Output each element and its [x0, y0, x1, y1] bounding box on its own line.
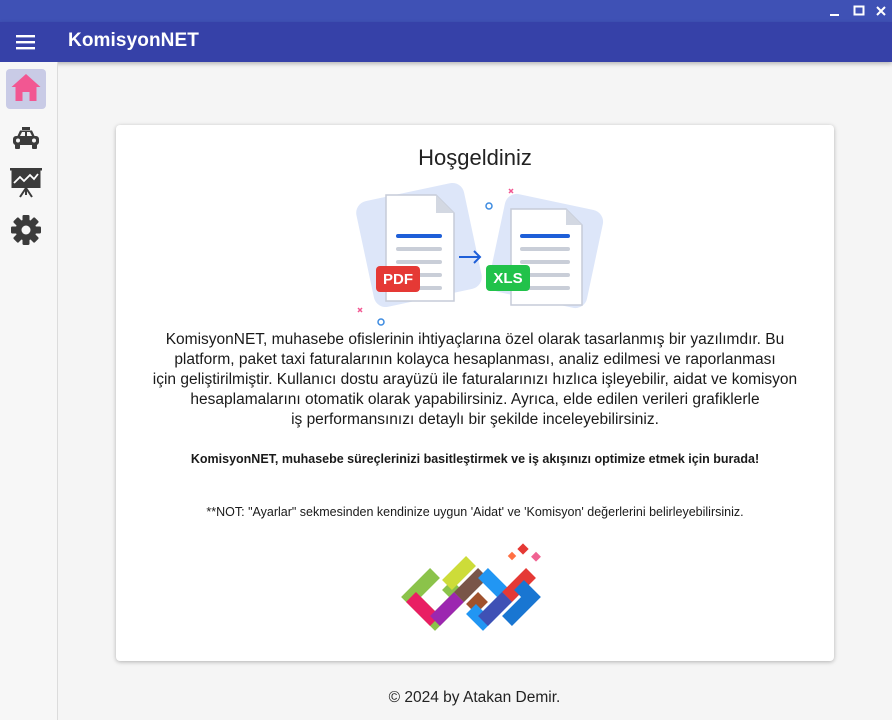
sidebar-item-home[interactable] — [6, 69, 46, 109]
settings-note: **NOT: "Ayarlar" sekmesinden kendinize u… — [206, 505, 744, 519]
chart-board-icon — [9, 165, 43, 204]
description-paragraph: KomisyonNET, muhasebe ofislerinin ihtiya… — [152, 331, 798, 428]
pdf-badge: PDF — [383, 271, 413, 288]
welcome-card: Hoşgeldiniz PDF XLS KomisyonNET, muhaseb… — [116, 125, 834, 661]
pdf-to-xls-illustration: PDF XLS — [356, 182, 606, 338]
close-icon[interactable] — [873, 3, 889, 19]
tagline: KomisyonNET, muhasebe süreçlerinizi basi… — [190, 452, 760, 466]
taxi-icon — [10, 122, 42, 159]
sidebar-item-settings[interactable] — [6, 212, 46, 252]
window-titlebar — [0, 0, 892, 22]
page-title: Hoşgeldiniz — [418, 145, 532, 170]
gear-icon — [10, 214, 42, 251]
sidebar-item-charts[interactable] — [6, 164, 46, 204]
maximize-icon[interactable] — [851, 3, 867, 19]
hamburger-menu-icon[interactable] — [14, 31, 38, 53]
brand-logo — [401, 543, 549, 648]
app-title: KomisyonNET — [68, 30, 199, 51]
sidebar-item-taxi[interactable] — [6, 120, 46, 160]
sidebar — [0, 62, 58, 720]
xls-badge: XLS — [493, 270, 522, 287]
app-bar: KomisyonNET — [0, 22, 892, 62]
footer-copyright: © 2024 by Atakan Demir. — [388, 689, 561, 706]
minimize-icon[interactable] — [827, 3, 843, 19]
home-icon — [10, 71, 42, 108]
